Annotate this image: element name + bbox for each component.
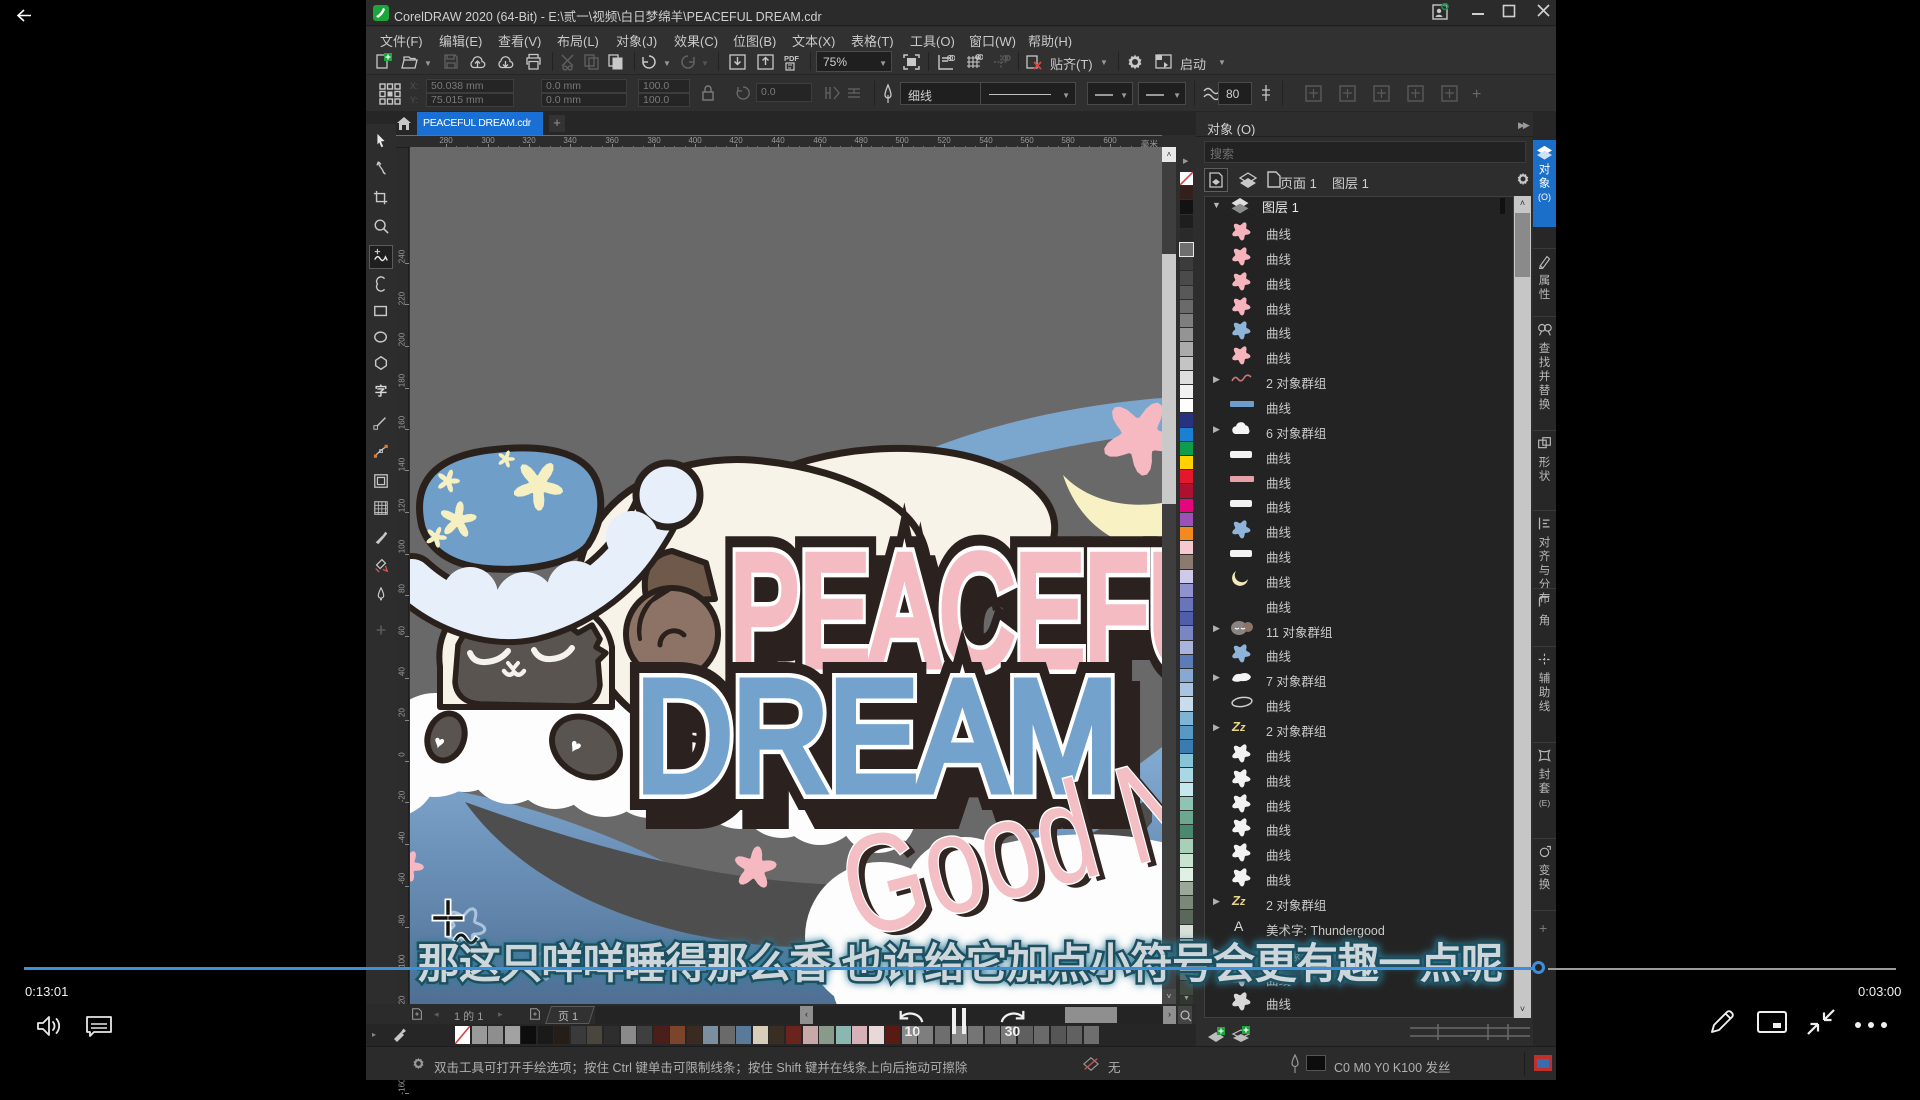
svg-text:PDF: PDF xyxy=(784,54,799,63)
svg-text:30: 30 xyxy=(1005,1023,1021,1039)
svg-text:10: 10 xyxy=(904,1023,920,1039)
svg-text:字: 字 xyxy=(375,383,387,398)
svg-text:那这只咩咩睡得那么香 也许给它加点小符号会更有趣一点呢: 那这只咩咩睡得那么香 也许给它加点小符号会更有趣一点呢 xyxy=(418,940,1503,987)
